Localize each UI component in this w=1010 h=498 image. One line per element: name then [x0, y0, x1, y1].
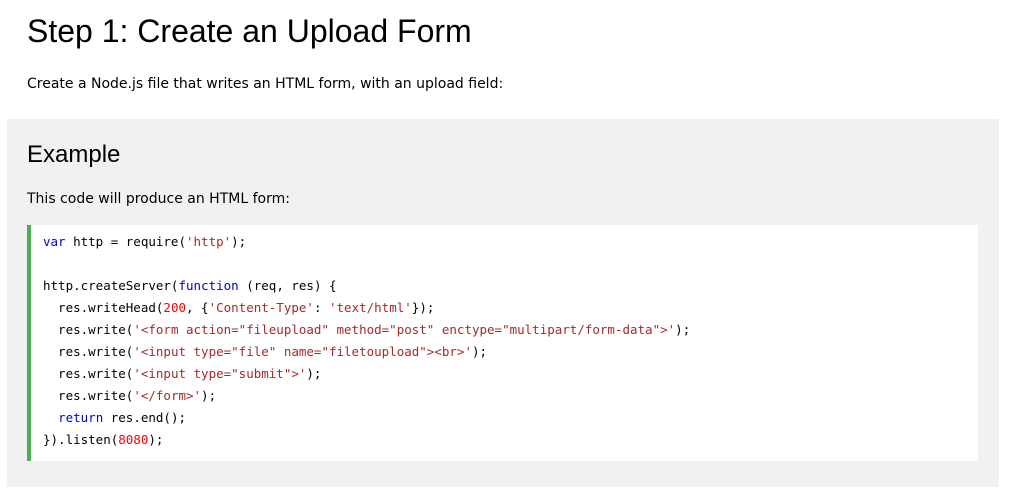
- intro-text: Create a Node.js file that writes an HTM…: [27, 76, 504, 92]
- code-line: }).listen(8080);: [43, 429, 978, 451]
- code-token: });: [411, 300, 435, 315]
- code-token: '<input type="file" name="filetoupload">…: [133, 344, 472, 359]
- code-token: function: [178, 278, 239, 293]
- page-title: Step 1: Create an Upload Form: [27, 13, 472, 49]
- code-token: '</form>': [133, 388, 202, 403]
- code-block[interactable]: var http = require('http'); http.createSe…: [27, 225, 978, 461]
- code-line: http.createServer(function (req, res) {: [43, 275, 978, 297]
- code-token: }).listen(: [43, 432, 119, 447]
- code-token: res.write(: [43, 366, 134, 381]
- code-token: return: [58, 410, 104, 425]
- code-line: res.write('<input type="submit">');: [43, 363, 978, 385]
- example-box: Example This code will produce an HTML f…: [7, 119, 999, 487]
- code-token: 200: [163, 300, 186, 315]
- code-token: http = require(: [65, 234, 186, 249]
- code-token: );: [231, 234, 247, 249]
- code-token: res.write(: [43, 344, 134, 359]
- code-line: res.write('</form>');: [43, 385, 978, 407]
- code-token: 'http': [186, 234, 232, 249]
- code-token: res.end();: [103, 410, 187, 425]
- code-token: res.write(: [43, 322, 134, 337]
- code-line: res.writeHead(200, {'Content-Type': 'tex…: [43, 297, 978, 319]
- code-token: (req, res) {: [238, 278, 337, 293]
- code-line: var http = require('http');: [43, 231, 978, 253]
- code-token: '<input type="submit">': [133, 366, 307, 381]
- code-token: var: [43, 234, 66, 249]
- example-description: This code will produce an HTML form:: [27, 191, 290, 207]
- code-token: http.createServer(: [43, 278, 179, 293]
- code-token: );: [148, 432, 164, 447]
- code-token: 8080: [118, 432, 149, 447]
- code-token: 'text/html': [329, 300, 412, 315]
- code-token: );: [471, 344, 488, 359]
- code-line: res.write('<input type="file" name="file…: [43, 341, 978, 363]
- code-token: :: [313, 300, 329, 315]
- code-token: 'Content-Type': [208, 300, 314, 315]
- code-line: return res.end();: [43, 407, 978, 429]
- code-token: '<form action="fileupload" method="post"…: [133, 322, 676, 337]
- code-token: );: [306, 366, 322, 381]
- code-token: );: [201, 388, 217, 403]
- code-token: res.writeHead(: [43, 300, 164, 315]
- example-title: Example: [27, 141, 121, 168]
- code-token: res.write(: [43, 388, 134, 403]
- code-token: );: [675, 322, 691, 337]
- code-token: , {: [186, 300, 209, 315]
- code-line: res.write('<form action="fileupload" met…: [43, 319, 978, 341]
